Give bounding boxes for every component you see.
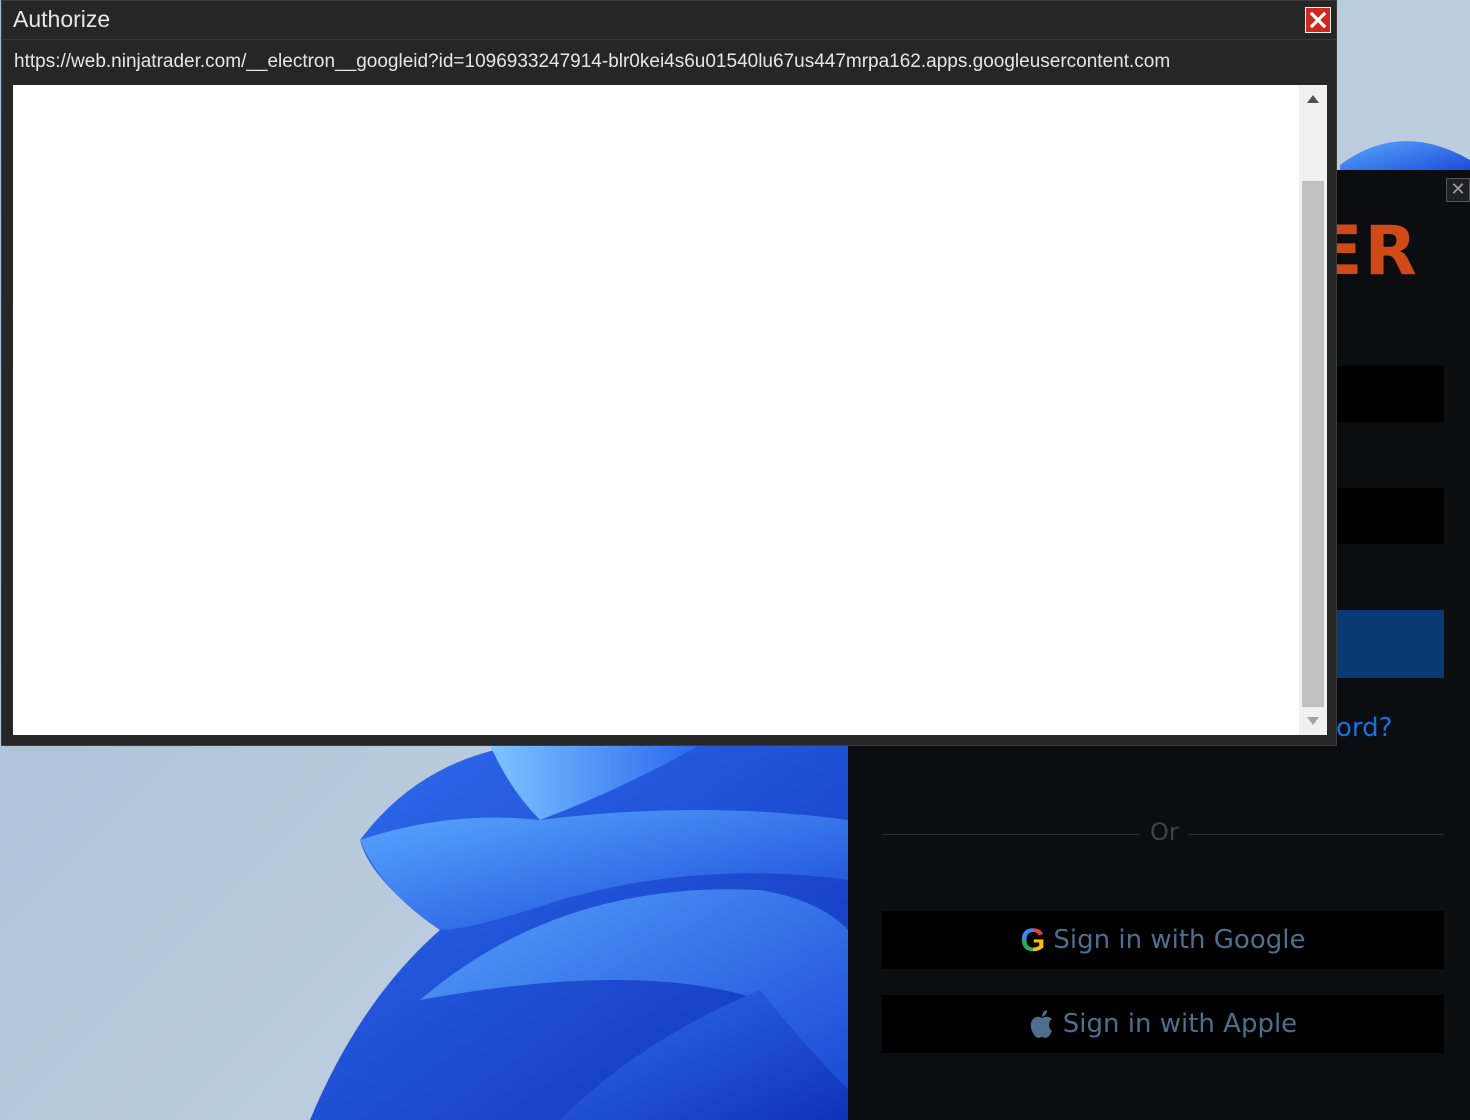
or-label: Or	[1150, 818, 1179, 846]
sign-in-google-label: Sign in with Google	[1053, 925, 1306, 955]
apple-icon	[1029, 1009, 1055, 1039]
dialog-title: Authorize	[13, 6, 111, 32]
dialog-url: https://web.ninjatrader.com/__electron__…	[14, 51, 1171, 72]
scroll-down-arrow-icon[interactable]	[1299, 707, 1327, 735]
vertical-scrollbar[interactable]	[1299, 85, 1327, 735]
login-close-icon[interactable]: ✕	[1446, 178, 1470, 202]
sign-in-apple-button[interactable]: Sign in with Apple	[882, 995, 1444, 1053]
sign-in-google-button[interactable]: G Sign in with Google	[882, 911, 1444, 969]
forgot-password-link[interactable]: ord?	[1336, 715, 1392, 741]
sign-in-apple-label: Sign in with Apple	[1062, 1009, 1298, 1039]
or-divider-right	[1188, 834, 1444, 835]
scroll-thumb[interactable]	[1302, 181, 1324, 707]
or-divider-left	[882, 834, 1140, 835]
browser-view[interactable]	[13, 85, 1327, 735]
google-icon: G	[1020, 922, 1046, 958]
scroll-up-arrow-icon[interactable]	[1299, 85, 1327, 113]
close-icon[interactable]	[1305, 7, 1331, 33]
authorize-dialog: Authorize https://web.ninjatrader.com/__…	[1, 0, 1337, 746]
title-separator	[2, 39, 1336, 40]
